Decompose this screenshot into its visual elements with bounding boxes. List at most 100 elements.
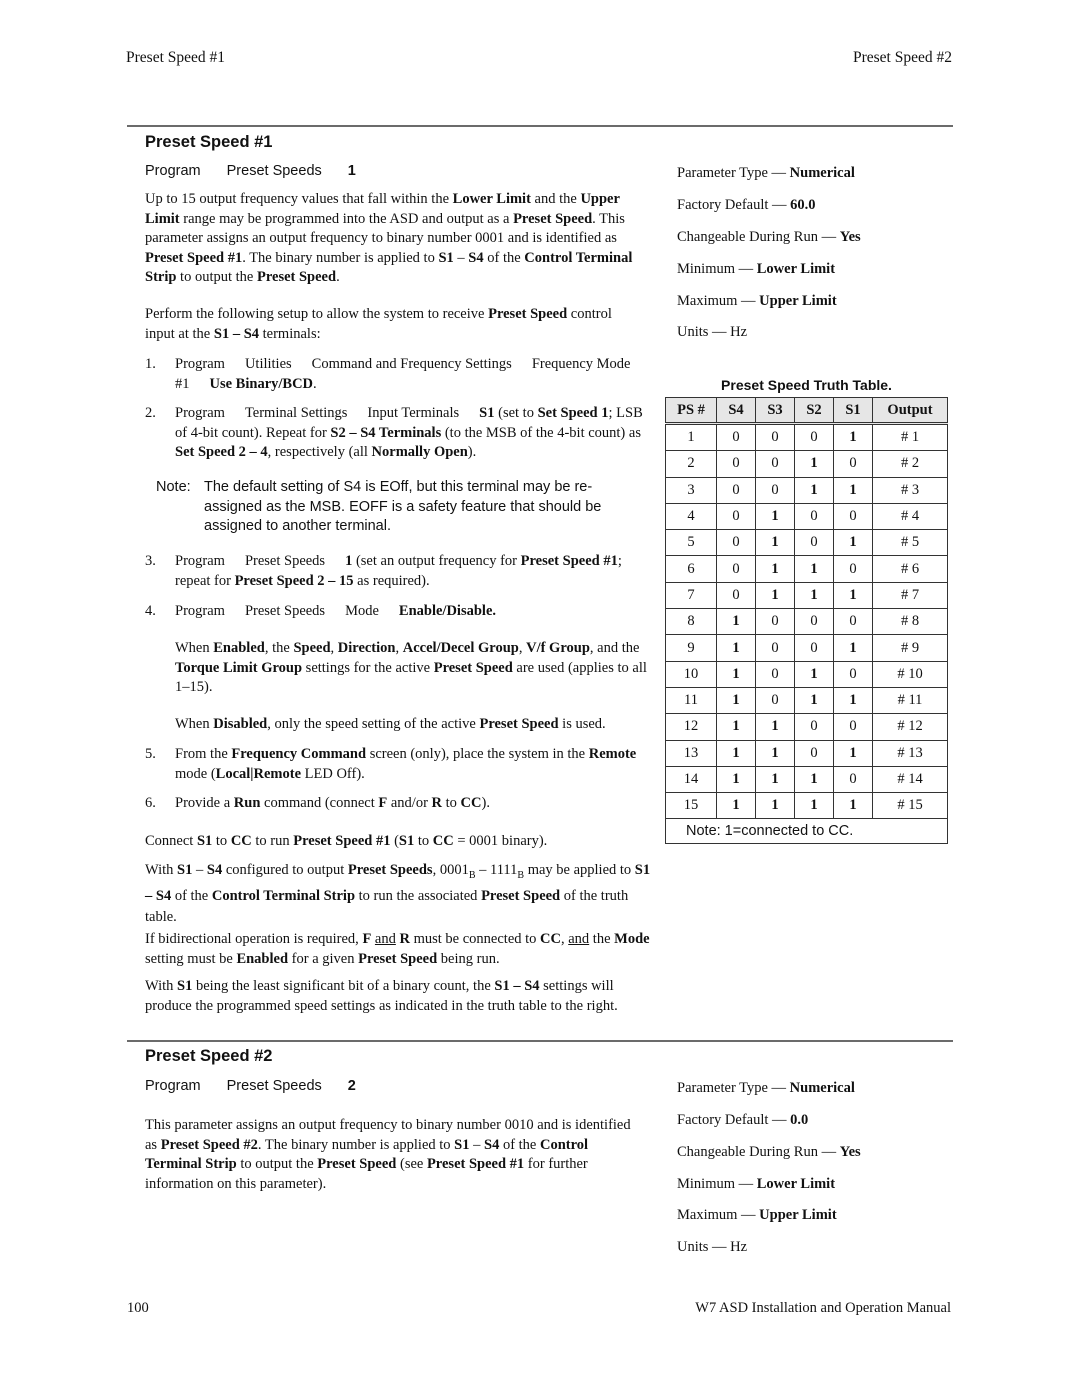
truth-table-row: 6 0 1 1 0 # 6 bbox=[665, 555, 948, 583]
column-header: S4 bbox=[716, 397, 756, 425]
truth-table-cell: # 10 bbox=[872, 660, 948, 688]
path-segment: Preset Speeds bbox=[226, 163, 322, 179]
truth-table-cell: 1 bbox=[833, 739, 873, 767]
truth-table-cell: # 4 bbox=[872, 502, 948, 531]
truth-table-cell: # 1 bbox=[872, 422, 948, 452]
truth-table-cell: 0 bbox=[794, 634, 834, 662]
truth-table-row: 12 1 1 0 0 # 12 bbox=[665, 713, 948, 741]
truth-table-cell: 1 bbox=[833, 634, 873, 662]
truth-table-cell: 10 bbox=[665, 660, 717, 688]
truth-table-cell: 0 bbox=[755, 422, 795, 452]
section-divider bbox=[127, 125, 953, 127]
truth-table-cell: 1 bbox=[716, 608, 756, 636]
truth-table-cell: 7 bbox=[665, 581, 717, 610]
truth-table-cell: 0 bbox=[755, 634, 795, 662]
truth-table-row: 7 0 1 1 1 # 7 bbox=[665, 581, 948, 610]
truth-table-cell: 13 bbox=[665, 739, 717, 767]
bidirectional-paragraph: If bidirectional operation is required, … bbox=[145, 931, 650, 967]
truth-table-cell: 0 bbox=[794, 713, 834, 741]
truth-table-cell: 0 bbox=[833, 713, 873, 741]
truth-table-cell: 1 bbox=[665, 422, 717, 452]
truth-table-cell: # 5 bbox=[872, 529, 948, 557]
units: Units — Hz bbox=[677, 1239, 748, 1255]
truth-table-row: 1 0 0 0 1 # 1 bbox=[665, 422, 948, 452]
truth-table-cell: 1 bbox=[833, 581, 873, 610]
running-header-left: Preset Speed #1 bbox=[126, 49, 226, 66]
path-segment: 2 bbox=[347, 1078, 356, 1094]
truth-table-cell: 1 bbox=[716, 713, 756, 741]
truth-table-cell: 1 bbox=[833, 529, 873, 557]
truth-table-cell: 9 bbox=[665, 634, 717, 662]
maximum: Maximum — Upper Limit bbox=[677, 1207, 837, 1223]
truth-table-cell: 0 bbox=[794, 608, 834, 636]
disabled-paragraph: When Disabled, only the speed setting of… bbox=[175, 716, 606, 732]
truth-table-row: 3 0 0 1 1 # 3 bbox=[665, 476, 948, 504]
truth-table-cell: 11 bbox=[665, 686, 717, 715]
lsb-paragraph: With S1 being the least significant bit … bbox=[145, 978, 618, 1014]
truth-table-cell: 0 bbox=[755, 660, 795, 688]
truth-table-cell: 1 bbox=[833, 792, 873, 820]
manual-title: W7 ASD Installation and Operation Manual bbox=[695, 1300, 951, 1316]
running-header-right: Preset Speed #2 bbox=[852, 49, 952, 66]
factory-default: Factory Default — 0.0 bbox=[677, 1112, 809, 1128]
truth-table-cell: 1 bbox=[755, 529, 795, 557]
setup-step-2: 2. Program Terminal Settings Input Termina… bbox=[145, 405, 643, 460]
truth-table-cell: 0 bbox=[755, 450, 795, 478]
truth-table-cell: 0 bbox=[833, 765, 873, 794]
truth-table-cell: # 12 bbox=[872, 713, 948, 741]
truth-table-cell: 15 bbox=[665, 792, 717, 820]
truth-table-cell: 0 bbox=[833, 555, 873, 583]
section-title-preset-speed-2: Preset Speed #2 bbox=[145, 1047, 273, 1065]
truth-table-cell: 0 bbox=[833, 502, 873, 531]
path-segment: Preset Speeds bbox=[226, 1078, 322, 1094]
path-segment: Program bbox=[145, 163, 201, 179]
setup-step-1: 1. Program Utilities Command and Frequency… bbox=[145, 356, 631, 392]
truth-table-cell: # 9 bbox=[872, 634, 948, 662]
menu-path-preset-speed-1: Program Preset Speeds 1 bbox=[145, 163, 356, 179]
truth-table-cell: 1 bbox=[716, 686, 756, 715]
truth-table-cell: 12 bbox=[665, 713, 717, 741]
truth-table-cell: 1 bbox=[755, 555, 795, 583]
truth-table-cell: 1 bbox=[794, 765, 834, 794]
param-type: Parameter Type — Numerical bbox=[677, 165, 855, 181]
truth-table-row: 11 1 0 1 1 # 11 bbox=[665, 686, 948, 715]
section2-intro-paragraph: This parameter assigns an output frequen… bbox=[145, 1117, 631, 1192]
section-divider bbox=[127, 1040, 953, 1042]
truth-table-cell: 1 bbox=[755, 792, 795, 820]
truth-table-row: 8 1 0 0 0 # 8 bbox=[665, 608, 948, 636]
truth-table-cell: 1 bbox=[716, 660, 756, 688]
truth-table-cell: 1 bbox=[833, 422, 873, 452]
truth-table-cell: 0 bbox=[716, 422, 756, 452]
factory-default: Factory Default — 60.0 bbox=[677, 197, 816, 213]
truth-table-cell: 0 bbox=[716, 476, 756, 504]
path-segment: 1 bbox=[347, 163, 356, 179]
truth-table-row: 5 0 1 0 1 # 5 bbox=[665, 529, 948, 557]
column-header: PS # bbox=[665, 397, 717, 425]
truth-table-cell: 2 bbox=[665, 450, 717, 478]
column-header: Output bbox=[872, 397, 948, 425]
truth-table-note: Note: 1=connected to CC. bbox=[665, 818, 948, 845]
truth-table-cell: 1 bbox=[794, 476, 834, 504]
setup-step-4: 4. Program Preset Speeds Mode Enable/Disabl… bbox=[145, 603, 497, 619]
truth-table-cell: 0 bbox=[716, 450, 756, 478]
page-number: 100 bbox=[127, 1300, 149, 1316]
enabled-paragraph: When Enabled, the Speed, Direction, Acce… bbox=[175, 640, 647, 695]
truth-table-row: 15 1 1 1 1 # 15 bbox=[665, 792, 948, 820]
truth-table-cell: # 15 bbox=[872, 792, 948, 820]
truth-table-cell: 14 bbox=[665, 765, 717, 794]
truth-table-cell: 0 bbox=[833, 450, 873, 478]
configured-paragraph: With S1 – S4 configured to output Preset… bbox=[145, 862, 651, 925]
truth-table-cell: 1 bbox=[794, 581, 834, 610]
truth-table-cell: 0 bbox=[755, 686, 795, 715]
truth-table-cell: 1 bbox=[755, 581, 795, 610]
truth-table-cell: 6 bbox=[665, 555, 717, 583]
setup-paragraph: Perform the following setup to allow the… bbox=[145, 306, 612, 342]
truth-table-cell: 1 bbox=[755, 765, 795, 794]
truth-table-cell: 0 bbox=[716, 502, 756, 531]
minimum: Minimum — Lower Limit bbox=[677, 1176, 836, 1192]
truth-table-cell: 5 bbox=[665, 529, 717, 557]
truth-table-cell: # 8 bbox=[872, 608, 948, 636]
truth-table-row: 14 1 1 1 0 # 14 bbox=[665, 765, 948, 794]
param-type: Parameter Type — Numerical bbox=[677, 1080, 855, 1096]
truth-table-cell: # 7 bbox=[872, 581, 948, 610]
